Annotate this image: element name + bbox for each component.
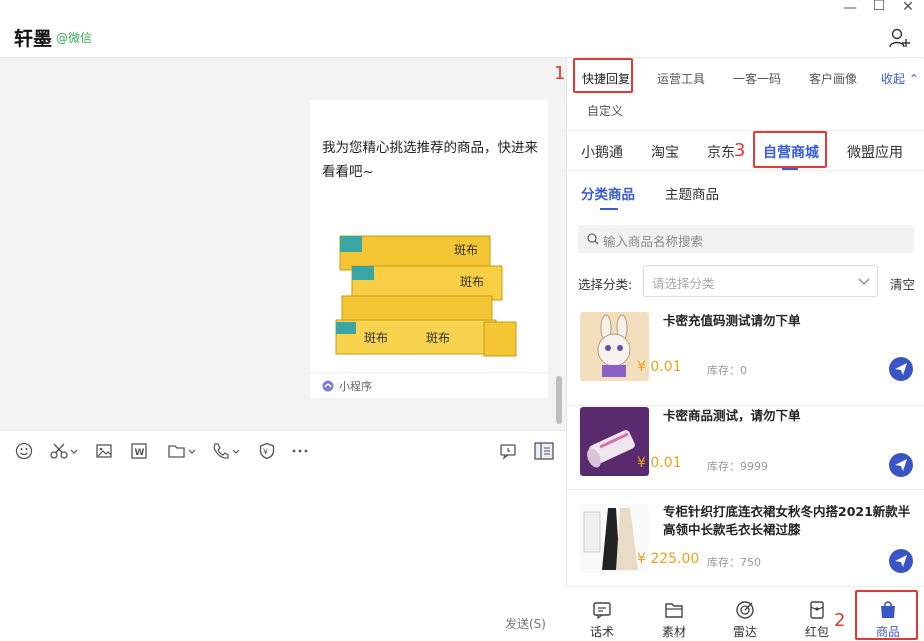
card-text: 我为您精心挑选推荐的商品，快进来看看吧~ (322, 140, 538, 180)
chat-header: 轩墨 @微信 (0, 0, 924, 58)
tab-ops-tools[interactable]: 运营工具 (657, 70, 705, 87)
emoji-icon[interactable] (13, 441, 35, 461)
scissors-icon[interactable] (48, 441, 80, 461)
send-icon (895, 363, 907, 375)
product-item[interactable]: 卡密充值码测试请勿下单 ¥ 0.01 库存：0 (567, 312, 924, 406)
product-item[interactable]: 专柜针织打底连衣裙女秋冬内搭2021新款半高领中长款毛衣长裙过膝 ¥ 225.0… (567, 503, 924, 586)
clear-button[interactable]: 清空 (890, 274, 915, 293)
annotation-box-1 (573, 58, 633, 93)
chevron-down-icon (858, 278, 870, 285)
svg-text:斑布: 斑布 (426, 331, 450, 345)
send-product-button[interactable] (889, 357, 913, 381)
divider (567, 170, 924, 171)
svg-text:W: W (135, 448, 145, 458)
category-label: 选择分类: (578, 277, 633, 292)
tab-jd[interactable]: 京东 (707, 142, 735, 162)
red-packet-icon (810, 601, 824, 619)
nav-materials[interactable]: 素材 (649, 587, 699, 641)
tab-one-code[interactable]: 一客一码 (733, 70, 781, 87)
message-input[interactable]: 发送(S) (0, 468, 566, 641)
product-tab-indicator (600, 208, 618, 210)
send-product-button[interactable] (889, 549, 913, 573)
chat-history-icon[interactable] (497, 441, 519, 461)
close-icon[interactable]: ✕ (898, 0, 918, 15)
word-doc-icon[interactable]: W (128, 441, 150, 461)
collapse-label: 收起 (881, 72, 906, 86)
svg-text:斑布: 斑布 (460, 275, 484, 289)
category-placeholder: 请选择分类 (652, 276, 715, 291)
product-name: 专柜针织打底连衣裙女秋冬内搭2021新款半高领中长款毛衣长裙过膝 (663, 504, 911, 537)
nav-scripts[interactable]: 话术 (577, 587, 627, 641)
tab-category-products[interactable]: 分类商品 (581, 183, 635, 203)
input-toolbar: W ¥ (0, 430, 566, 468)
nav-label: 素材 (661, 625, 686, 639)
more-icon[interactable] (289, 441, 311, 461)
minimize-icon[interactable]: — (840, 0, 860, 16)
phone-icon[interactable] (210, 441, 242, 461)
product-name: 卡密商品测试，请勿下单 (663, 408, 801, 423)
card-footer: 小程序 (310, 372, 548, 398)
annotation-number-2: 2 (834, 610, 846, 631)
tab-weimob[interactable]: 微盟应用 (847, 142, 903, 162)
annotation-number-3: 3 (734, 140, 746, 161)
divider (567, 130, 924, 131)
search-box[interactable]: 输入商品名称搜索 (578, 225, 914, 253)
add-user-icon[interactable] (888, 27, 910, 49)
annotation-box-2 (855, 590, 918, 640)
tab-custom[interactable]: 自定义 (587, 102, 623, 119)
product-price: ¥ 0.01 (637, 455, 682, 471)
folder-icon[interactable] (166, 441, 198, 461)
product-price: ¥ 225.00 (637, 551, 700, 567)
product-stock: 库存：750 (707, 556, 761, 569)
coupon-icon[interactable]: ¥ (256, 441, 278, 461)
svg-text:斑布: 斑布 (454, 243, 478, 257)
send-product-button[interactable] (889, 453, 913, 477)
send-icon (895, 459, 907, 471)
product-stock: 库存：9999 (707, 460, 768, 473)
search-icon (587, 233, 599, 245)
folder-icon (665, 603, 683, 618)
sidebar-toggle-icon[interactable] (533, 441, 555, 461)
nav-label: 雷达 (732, 625, 757, 639)
product-image: 斑布 斑布 斑布 斑布 (335, 235, 517, 357)
radar-icon (736, 601, 754, 619)
annotation-box-3 (753, 131, 827, 168)
search-input[interactable]: 输入商品名称搜索 (603, 231, 703, 250)
collapse-button[interactable]: 收起 ⌃ (881, 70, 919, 87)
svg-text:斑布: 斑布 (364, 331, 388, 345)
product-stock: 库存：0 (707, 364, 747, 377)
image-icon[interactable] (93, 441, 115, 461)
send-button[interactable]: 发送(S) (505, 615, 546, 632)
tab-theme-products[interactable]: 主题商品 (665, 183, 719, 203)
product-name: 卡密充值码测试请勿下单 (663, 313, 801, 328)
mini-program-icon (322, 380, 334, 392)
annotation-number-1: 1 (554, 63, 566, 84)
category-select[interactable]: 请选择分类 (643, 265, 878, 297)
tab-taobao[interactable]: 淘宝 (651, 142, 679, 162)
chat-scrollbar[interactable] (556, 376, 562, 424)
tab-xiaoetong[interactable]: 小鹅通 (581, 142, 623, 162)
nav-label: 话术 (589, 625, 614, 639)
chat-bubble-icon (593, 602, 611, 620)
nav-radar[interactable]: 雷达 (720, 587, 770, 641)
tab-customer-profile[interactable]: 客户画像 (809, 70, 857, 87)
contact-name: 轩墨 (14, 28, 53, 50)
mini-program-label: 小程序 (339, 380, 372, 393)
product-item[interactable]: 卡密商品测试，请勿下单 ¥ 0.01 库存：9999 (567, 407, 924, 490)
maximize-icon[interactable]: ☐ (869, 0, 889, 14)
product-price: ¥ 0.01 (637, 359, 682, 375)
contact-source: @微信 (56, 31, 93, 45)
chevron-up-icon: ⌃ (908, 72, 919, 86)
send-icon (895, 555, 907, 567)
svg-text:¥: ¥ (263, 448, 268, 457)
message-area[interactable]: 我为您精心挑选推荐的商品，快进来看看吧~ 斑布 斑布 斑布 斑布 小程序 (0, 58, 566, 430)
mini-program-card[interactable]: 我为您精心挑选推荐的商品，快进来看看吧~ 斑布 斑布 斑布 斑布 小程序 (310, 100, 548, 398)
